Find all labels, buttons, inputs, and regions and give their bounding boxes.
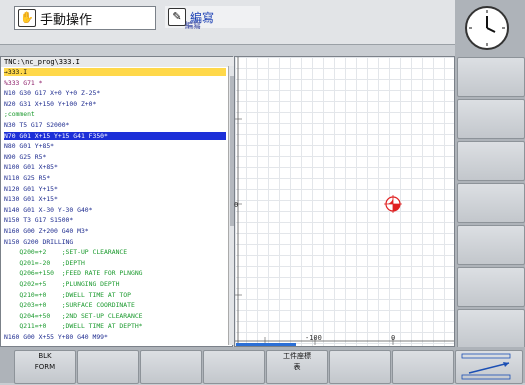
program-path: TNC:\nc_prog\333.I: [1, 57, 235, 67]
program-line[interactable]: Q211=+0 ;DWELL TIME AT DEPTH*: [4, 322, 226, 330]
program-line[interactable]: Q204=+50 ;2ND SET-UP CLEARANCE: [4, 312, 226, 320]
program-line[interactable]: N140 G01 X-30 Y-30 G40*: [4, 206, 226, 214]
hand-icon: ✋: [18, 9, 36, 27]
side-key-6[interactable]: [457, 267, 525, 307]
softkey-4[interactable]: [203, 350, 265, 384]
program-editor[interactable]: TNC:\nc_prog\333.I →333.I %333 G71 * N10 G…: [0, 56, 235, 347]
program-line[interactable]: N10 G30 G17 X+0 Y+0 Z-25*: [4, 89, 226, 97]
clock-icon: [465, 6, 509, 50]
target-icon: [384, 195, 402, 213]
graphic-view: -100 0 0: [234, 56, 455, 347]
program-line[interactable]: N160 G00 X+55 Y+80 G40 M99*: [4, 333, 226, 341]
program-line[interactable]: N130 G01 X+15*: [4, 195, 226, 203]
header: ✋ 手動操作 ✎ 編寫 編寫: [0, 0, 455, 45]
side-key-2[interactable]: [457, 99, 525, 139]
program-line[interactable]: N110 G25 R5*: [4, 174, 226, 182]
side-key-1[interactable]: [457, 57, 525, 97]
y-axis-label: 0: [234, 201, 239, 209]
edit-icon: ✎: [168, 8, 186, 26]
arrow-icon: [461, 353, 511, 380]
program-line[interactable]: %333 G71 *: [4, 79, 226, 87]
softkey-3[interactable]: [140, 350, 202, 384]
bottom-softkeys: BLK FORM 工件座標 表: [0, 347, 525, 384]
x-axis-label-right: 0: [391, 334, 396, 342]
program-line[interactable]: N150 T3 G17 S1500*: [4, 216, 226, 224]
program-line[interactable]: N150 G200 DRILLING: [4, 238, 226, 246]
program-line[interactable]: Q210=+0 ;DWELL TIME AT TOP: [4, 291, 226, 299]
side-softkeys: [455, 0, 525, 349]
x-axis-label-left: -100: [305, 334, 322, 342]
program-line[interactable]: N160 G00 Z+200 G40 M3*: [4, 227, 226, 235]
program-line[interactable]: N100 G01 X+85*: [4, 163, 226, 171]
blk-form-softkey[interactable]: BLK FORM: [14, 350, 76, 384]
program-line[interactable]: N70 G01 X+15 Y+15 G41 F350*: [4, 131, 226, 140]
program-line[interactable]: Q206=+150 ;FEED RATE FOR PLNGNG: [4, 269, 226, 277]
program-line[interactable]: N120 G01 Y+15*: [4, 185, 226, 193]
program-line[interactable]: ;comment: [4, 110, 226, 118]
side-key-5[interactable]: [457, 225, 525, 265]
blk-form-line1: BLK: [38, 352, 52, 360]
side-key-4[interactable]: [457, 183, 525, 223]
softkey-2[interactable]: [77, 350, 139, 384]
mode-manual-label: 手動操作: [40, 12, 93, 28]
progress-indicator: [236, 343, 296, 346]
softkey-scroll[interactable]: [455, 350, 523, 384]
mode-edit-sublabel: 編寫: [185, 21, 201, 30]
side-key-7[interactable]: [457, 309, 525, 349]
program-line[interactable]: N30 T5 G17 S2000*: [4, 121, 226, 129]
program-line[interactable]: Q203=+0 ;SURFACE COORDINATE: [4, 301, 226, 309]
blk-form-line2: FORM: [34, 363, 56, 371]
program-line[interactable]: Q200=+2 ;SET-UP CLEARANCE: [4, 248, 226, 256]
program-line[interactable]: N80 G01 Y+85*: [4, 142, 226, 150]
softkey-7[interactable]: [392, 350, 454, 384]
datum-table-line2: 表: [293, 363, 301, 371]
program-line[interactable]: N90 G25 R5*: [4, 153, 226, 161]
mode-manual[interactable]: ✋ 手動操作: [14, 6, 156, 30]
datum-table-line1: 工件座標: [283, 352, 311, 360]
program-line[interactable]: Q202=+5 ;PLUNGING DEPTH: [4, 280, 226, 288]
mode-edit[interactable]: ✎ 編寫 編寫: [165, 6, 260, 30]
side-key-3[interactable]: [457, 141, 525, 181]
datum-table-softkey[interactable]: 工件座標 表: [266, 350, 328, 384]
program-line[interactable]: Q201=-20 ;DEPTH: [4, 259, 226, 267]
program-line[interactable]: →333.I: [4, 68, 226, 76]
softkey-6[interactable]: [329, 350, 391, 384]
graphic-axes: [235, 57, 454, 346]
program-line[interactable]: N20 G31 X+150 Y+100 Z+0*: [4, 100, 226, 108]
